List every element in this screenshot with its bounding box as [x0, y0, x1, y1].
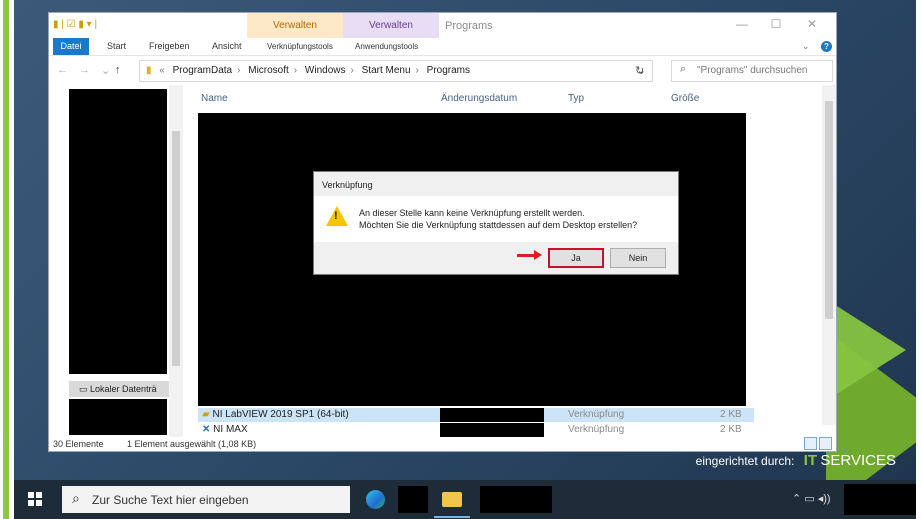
shortcut-dialog: Verknüpfung ! An dieser Stelle kann kein… — [313, 171, 679, 275]
redacted-date — [440, 408, 544, 422]
crumb-windows[interactable]: Windows — [305, 65, 346, 76]
back-icon[interactable]: ← — [57, 64, 68, 76]
tab-freigeben[interactable]: Freigeben — [149, 41, 190, 51]
dialog-title: Verknüpfung — [322, 180, 373, 190]
file-row-labview[interactable]: ▰ NI LabVIEW 2019 SP1 (64-bit) Verknüpfu… — [198, 408, 754, 422]
active-app-indicator — [434, 516, 470, 518]
crumb-start-menu[interactable]: Start Menu — [362, 65, 411, 76]
no-button[interactable]: Nein — [610, 248, 666, 268]
tab-ansicht[interactable]: Ansicht — [212, 41, 242, 51]
nav-scroll-thumb[interactable] — [172, 131, 180, 366]
tab-datei[interactable]: Datei — [53, 38, 89, 55]
file-type: Verknüpfung — [568, 424, 625, 435]
desktop: eingerichtet durch: IT SERVICES ▮ | ☑ ▮ … — [14, 0, 916, 480]
maximize-button[interactable]: ☐ — [759, 17, 793, 31]
tab-verwalten-app[interactable]: Verwalten — [343, 13, 439, 38]
dialog-body: ! An dieser Stelle kann keine Verknüpfun… — [314, 196, 678, 242]
status-bar: 30 Elemente 1 Element ausgewählt (1,08 K… — [49, 437, 836, 451]
redacted-nav-area-2 — [69, 399, 167, 435]
selection-info: 1 Element ausgewählt (1,08 KB) — [127, 439, 257, 449]
drive-icon: ▭ — [79, 384, 88, 394]
column-header-name[interactable]: Name — [201, 93, 228, 104]
system-tray-icons[interactable]: ⌃ ▭ ◂)) — [792, 492, 831, 505]
tab-verknuepfungstools[interactable]: Verknüpfungstools — [267, 42, 333, 51]
search-icon: ⌕ — [72, 490, 80, 506]
tab-start[interactable]: Start — [107, 41, 126, 51]
file-list-scrollbar[interactable] — [822, 85, 836, 425]
item-count: 30 Elemente — [53, 439, 104, 449]
column-header-size[interactable]: Größe — [671, 93, 699, 104]
navigation-pane: ▭ Lokaler Datenträ — [49, 85, 183, 437]
left-frame — [0, 0, 14, 519]
up-icon[interactable]: ↑ — [115, 64, 121, 76]
taskbar-search-placeholder: Zur Suche Text hier eingeben — [92, 493, 249, 507]
forward-icon[interactable]: → — [79, 64, 90, 76]
branding-services: SERVICES — [820, 452, 896, 469]
file-name: NI LabVIEW 2019 SP1 (64-bit) — [212, 409, 349, 420]
right-frame — [916, 0, 922, 519]
title-bar: ▮ | ☑ ▮ ▾ | Verwalten Verwalten Programs… — [49, 13, 836, 38]
taskbar: ⌕ Zur Suche Text hier eingeben ⌃ ▭ ◂)) — [14, 480, 916, 519]
edge-browser-icon[interactable] — [366, 490, 385, 509]
nav-item-local-disk[interactable]: ▭ Lokaler Datenträ — [69, 381, 183, 397]
ribbon-expand-icon[interactable]: ⌄ — [802, 41, 810, 52]
crumb-programdata[interactable]: ProgramData — [173, 65, 232, 76]
search-input[interactable]: ⌕ "Programs" durchsuchen — [671, 60, 833, 82]
tab-anwendungstools[interactable]: Anwendungstools — [355, 42, 418, 51]
file-size: 2 KB — [720, 424, 742, 435]
address-bar[interactable]: ▮ « ProgramData › Microsoft › Windows › Sta… — [139, 60, 653, 82]
dialog-message: An dieser Stelle kann keine Verknüpfung … — [359, 207, 637, 231]
file-size: 2 KB — [720, 409, 742, 420]
search-placeholder: "Programs" durchsuchen — [697, 65, 808, 76]
file-name: NI MAX — [213, 424, 248, 435]
quick-access-toolbar[interactable]: ▮ | ☑ ▮ ▾ | — [53, 19, 97, 33]
nav-scrollbar[interactable] — [169, 85, 183, 437]
crumb-programs[interactable]: Programs — [427, 65, 470, 76]
redacted-date — [440, 423, 544, 437]
ni-max-icon: ✕ — [202, 424, 211, 435]
ribbon-tabs: Datei Start Freigeben Ansicht Verknüpfun… — [49, 38, 836, 56]
redacted-taskbar-app[interactable] — [398, 486, 428, 513]
redacted-clock — [844, 484, 916, 515]
column-header-date[interactable]: Änderungsdatum — [441, 93, 517, 104]
message-line-2: Möchten Sie die Verknüpfung stattdessen … — [359, 220, 638, 230]
address-row: ← → ⌄ ↑ ▮ « ProgramData › Microsoft › Wind… — [49, 56, 836, 84]
details-view-icon[interactable] — [804, 437, 817, 450]
message-line-1: An dieser Stelle kann keine Verknüpfung … — [359, 208, 585, 218]
green-accent-bar — [3, 0, 9, 519]
close-button[interactable]: ✕ — [795, 17, 829, 31]
search-icon: ⌕ — [680, 63, 687, 75]
folder-icon: ▮ — [146, 65, 152, 76]
windows-start-icon[interactable] — [28, 492, 42, 506]
overflow-icon[interactable]: « — [159, 65, 165, 76]
tab-verwalten-shortcut[interactable]: Verwalten — [247, 13, 343, 38]
red-arrow-annotation — [517, 250, 542, 260]
branding: eingerichtet durch: IT SERVICES — [696, 452, 896, 469]
help-icon[interactable]: ? — [821, 41, 832, 52]
warning-mark: ! — [334, 210, 338, 222]
file-explorer-icon[interactable] — [442, 492, 462, 507]
file-type: Verknüpfung — [568, 409, 625, 420]
taskbar-search-input[interactable]: ⌕ Zur Suche Text hier eingeben — [62, 486, 350, 513]
yes-button[interactable]: Ja — [548, 248, 604, 268]
branding-it: IT — [803, 452, 818, 469]
labview-icon: ▰ — [202, 409, 210, 420]
branding-label: eingerichtet durch: — [695, 454, 795, 468]
nav-item-label: Lokaler Datenträ — [90, 384, 157, 394]
file-list-scroll-thumb[interactable] — [825, 101, 833, 319]
minimize-button[interactable]: — — [725, 17, 759, 31]
breadcrumb: ▮ « ProgramData › Microsoft › Windows › Sta… — [146, 65, 471, 76]
file-row-nimax[interactable]: ✕ NI MAX Verknüpfung 2 KB — [198, 423, 754, 437]
redacted-nav-area — [69, 89, 167, 374]
large-icons-view-icon[interactable] — [819, 437, 832, 450]
window-title: Programs — [445, 20, 493, 32]
recent-icon[interactable]: ⌄ — [101, 64, 110, 77]
crumb-microsoft[interactable]: Microsoft — [248, 65, 289, 76]
redacted-taskbar-app-2[interactable] — [480, 486, 552, 513]
column-header-type[interactable]: Typ — [568, 93, 584, 104]
refresh-icon[interactable]: ↻ — [635, 64, 644, 77]
